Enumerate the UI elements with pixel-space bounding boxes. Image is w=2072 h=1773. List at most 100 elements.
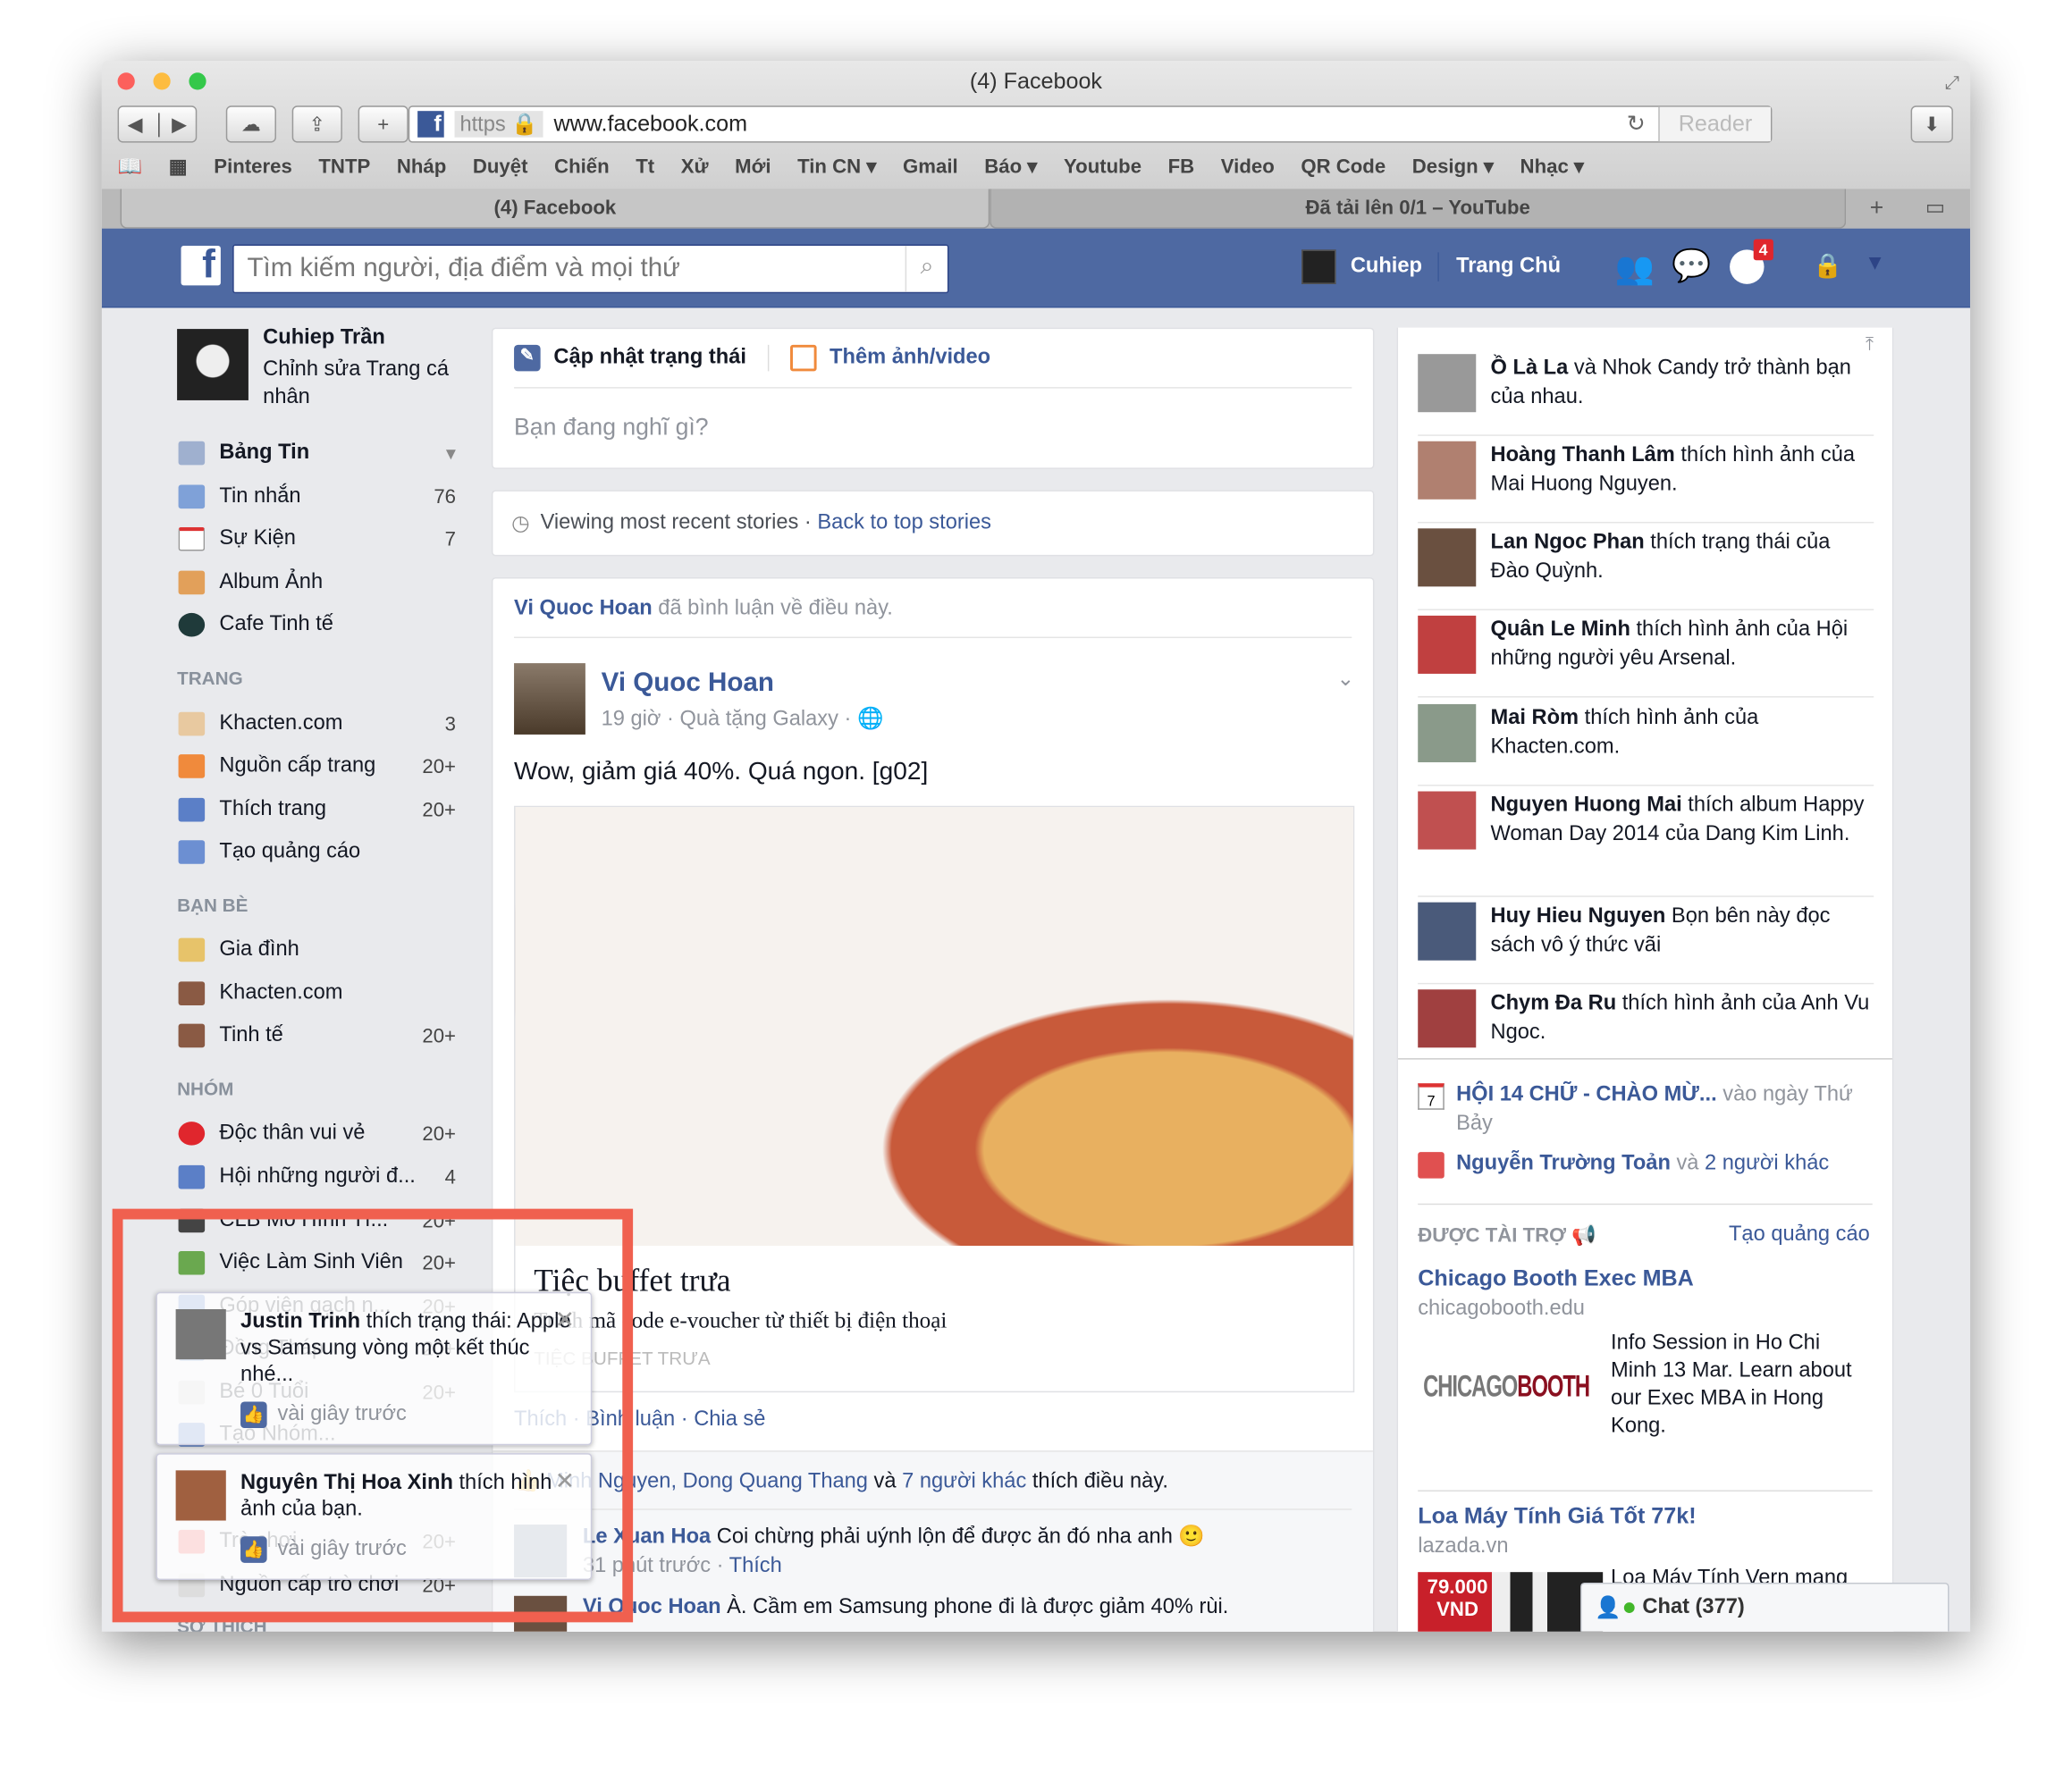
sidebar-item-create-ad[interactable]: Tạo quảng cáo: [178, 835, 456, 869]
ad-title[interactable]: Loa Máy Tính Giá Tốt 77k!: [1418, 1503, 1873, 1530]
add-photo-video-tab[interactable]: Thêm ảnh/video: [830, 346, 990, 370]
create-ad-link[interactable]: Tạo quảng cáo: [1729, 1223, 1870, 1248]
comment-button[interactable]: Bình luận: [585, 1408, 675, 1431]
sidebar-item-messages[interactable]: Tin nhắn 76: [178, 480, 456, 514]
privacy-shortcuts-icon[interactable]: 🔒: [1813, 252, 1842, 280]
sidebar-item-like-pages[interactable]: Thích trang 20+: [178, 793, 456, 827]
forward-icon[interactable]: ▶: [172, 113, 187, 136]
bookmark[interactable]: Nháp: [397, 155, 446, 178]
event-reminder[interactable]: 7 HỘI 14 CHỮ - CHÀO MỪ... vào ngày Thứ B…: [1418, 1080, 1867, 1139]
bookmark[interactable]: TNTP: [318, 155, 370, 178]
ticker-name[interactable]: Lan Ngoc Phan: [1491, 531, 1645, 553]
speaker-ad-image[interactable]: 79.000 VND: [1418, 1572, 1604, 1632]
back-icon[interactable]: ◀: [128, 113, 143, 136]
sidebar-item-group[interactable]: Góp viên gạch n... 20+: [178, 1290, 456, 1323]
ticker-pin-icon[interactable]: ⤒: [1866, 333, 1874, 356]
ticker-item[interactable]: Huy Hieu Nguyen Bọn bên này đọc sách vô …: [1418, 902, 1874, 985]
fullscreen-icon[interactable]: ⤢: [1945, 71, 1960, 94]
bookmark[interactable]: Báo ▾: [984, 155, 1037, 178]
likers-link[interactable]: Minh Nguyen, Dong Quang Thang: [546, 1470, 868, 1492]
search-icon[interactable]: ⌕: [905, 245, 948, 292]
link-preview[interactable]: Tiệc buffet trưa Trình mã code e-voucher…: [514, 805, 1355, 1393]
ticker-name[interactable]: Chym Đa Ru: [1491, 992, 1617, 1014]
ticker-name[interactable]: Mai Ròm: [1491, 707, 1579, 729]
share-button[interactable]: ⇪: [291, 105, 342, 143]
icloud-tabs-button[interactable]: ☁: [225, 105, 276, 143]
comment-author-link[interactable]: Le Xuan Hoa: [583, 1525, 711, 1548]
profile-link[interactable]: Cuhiep: [1351, 255, 1422, 279]
sidebar-item-group[interactable]: CLB Mô Hình Tĩ... 20+: [178, 1204, 456, 1238]
profile-photo[interactable]: [177, 329, 248, 400]
bookmark[interactable]: Pinteres: [214, 155, 292, 178]
sidebar-item-friend-list[interactable]: Gia đình: [178, 933, 456, 967]
ticker-item[interactable]: Mai Ròm thích hình ảnh của Khacten.com.: [1418, 703, 1874, 786]
ad-item[interactable]: Chicago Booth Exec MBA chicagobooth.edu …: [1418, 1265, 1873, 1437]
bookmark[interactable]: Gmail: [903, 155, 958, 178]
show-all-tabs-icon[interactable]: ▭: [1925, 194, 1945, 221]
downloads-button[interactable]: ⬇: [1910, 105, 1953, 143]
ticker-name[interactable]: Nguyen Huong Mai: [1491, 794, 1682, 816]
ticker-item[interactable]: Quân Le Minh thích hình ảnh của Hội nhữn…: [1418, 615, 1874, 698]
bookmark[interactable]: Video: [1221, 155, 1275, 178]
ticker-item[interactable]: Nguyen Huong Mai thích album Happy Woman…: [1418, 791, 1874, 897]
reload-icon[interactable]: ↻: [1627, 111, 1646, 138]
birthday-others-link[interactable]: 2 người khác: [1705, 1152, 1829, 1174]
home-link[interactable]: Trang Chủ: [1456, 255, 1561, 279]
like-button[interactable]: Thích: [514, 1408, 567, 1431]
profile-avatar-small[interactable]: [1301, 249, 1336, 284]
link-title[interactable]: Tiệc buffet trưa: [516, 1246, 1353, 1300]
status-input[interactable]: Bạn đang nghĩ gì?: [514, 414, 709, 441]
commenter-avatar[interactable]: [514, 1595, 568, 1632]
friend-requests-icon[interactable]: 👥: [1614, 249, 1654, 288]
sidebar-item-group[interactable]: Bé 0 Tuổi 20+: [178, 1375, 456, 1409]
ticker-item[interactable]: Ồ Là La và Nhok Candy trở thành bạn của …: [1418, 354, 1874, 436]
ad-title[interactable]: Chicago Booth Exec MBA: [1418, 1265, 1873, 1292]
address-bar[interactable]: f https 🔒 www.facebook.com ↻ Reader: [408, 105, 1773, 143]
messages-icon[interactable]: 💬: [1672, 247, 1711, 285]
ticker-name[interactable]: Ồ Là La: [1491, 357, 1569, 379]
edit-profile-link[interactable]: Chỉnh sửa Trang cá nhân: [263, 356, 475, 411]
tab-youtube[interactable]: Đã tải lên 0/1 – YouTube: [990, 189, 1847, 229]
other-likers-link[interactable]: 7 người khác: [902, 1470, 1026, 1492]
ticker-item[interactable]: Hoàng Thanh Lâm thích hình ảnh của Mai H…: [1418, 441, 1874, 524]
sidebar-item-games-feed[interactable]: Nguồn cấp trò chơi 20+: [178, 1568, 456, 1602]
birthday-name-link[interactable]: Nguyễn Trường Toản: [1456, 1152, 1671, 1174]
share-button[interactable]: Chia sẻ: [694, 1408, 765, 1431]
url-text[interactable]: www.facebook.com: [554, 111, 748, 138]
ticker-item[interactable]: Chym Đa Ru thích hình ảnh của Anh Vu Ngo…: [1418, 989, 1874, 1058]
bookmark[interactable]: Tin CN ▾: [797, 155, 876, 178]
update-status-tab[interactable]: Cập nhật trạng thái: [553, 346, 746, 370]
sidebar-item-events[interactable]: Sự Kiện 7: [178, 522, 456, 556]
sidebar-item-news-feed[interactable]: Bảng Tin ▾: [178, 436, 456, 470]
comment-like-button[interactable]: Thích: [729, 1555, 782, 1577]
birthday-reminder[interactable]: Nguyễn Trường Toản và 2 người khác: [1418, 1152, 1829, 1179]
search-input[interactable]: Tìm kiếm người, địa điểm và mọi thứ ⌕: [232, 244, 949, 294]
sidebar-item-group[interactable]: Việc Làm Sinh Viên 20+: [178, 1246, 456, 1280]
event-link[interactable]: HỘI 14 CHỮ - CHÀO MỪ...: [1456, 1083, 1717, 1105]
comment-author-link[interactable]: Vi Quoc Hoan: [583, 1596, 721, 1618]
sidebar-item-pages-feed[interactable]: Nguồn cấp trang 20+: [178, 749, 456, 783]
new-tab-button[interactable]: +: [1870, 194, 1884, 222]
sidebar-item-games[interactable]: Trò chơi 20+: [178, 1525, 456, 1559]
reader-button[interactable]: Reader: [1658, 106, 1771, 142]
account-menu-chevron-icon[interactable]: ▼: [1865, 252, 1885, 276]
author-avatar[interactable]: [514, 663, 585, 735]
bookmark[interactable]: Xử: [681, 155, 709, 178]
top-sites-grid-icon[interactable]: ▦: [169, 155, 188, 178]
bookmark[interactable]: Tt: [636, 155, 654, 178]
ticker-name[interactable]: Huy Hieu Nguyen: [1491, 905, 1666, 928]
tab-facebook[interactable]: (4) Facebook: [120, 189, 990, 229]
bookmarks-book-icon[interactable]: 📖: [118, 155, 143, 178]
facebook-logo[interactable]: f: [181, 245, 221, 286]
sidebar-item-cafe-tinh-te[interactable]: Cafe Tinh tế: [178, 608, 456, 642]
bookmark[interactable]: Duyệt: [473, 155, 528, 178]
sidebar-item-friend-list[interactable]: Khacten.com: [178, 976, 456, 1010]
bookmark[interactable]: FB: [1168, 155, 1195, 178]
bookmark[interactable]: Nhạc ▾: [1520, 155, 1585, 178]
ticker-item[interactable]: Lan Ngoc Phan thích trạng thái của Đào Q…: [1418, 528, 1874, 610]
bookmark[interactable]: Mới: [735, 155, 771, 178]
sidebar-item-group[interactable]: Đồng Tháp 20+: [178, 1332, 456, 1365]
add-bookmark-button[interactable]: +: [358, 105, 409, 143]
sidebar-item-group[interactable]: Hội những người đ... 4: [178, 1160, 456, 1194]
back-forward-buttons[interactable]: ◀ │ ▶: [117, 105, 198, 143]
